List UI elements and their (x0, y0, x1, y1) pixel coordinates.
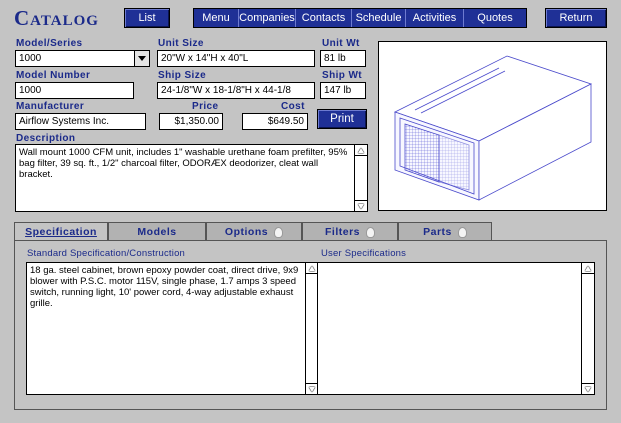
product-image (378, 41, 607, 211)
user-spec-label: User Specifications (321, 248, 407, 259)
unit-wt-label: Unit Wt (322, 38, 360, 49)
air-cleaner-unit-drawing (393, 55, 593, 201)
tab-label: Filters (324, 226, 360, 238)
model-series-label: Model/Series (16, 38, 83, 49)
tab-label: Specification (25, 226, 97, 238)
price-label: Price (192, 101, 219, 112)
model-series-dropdown[interactable]: 1000 (15, 50, 150, 67)
price-field[interactable]: $1,350.00 (159, 113, 223, 130)
user-spec-scrollbar[interactable] (581, 263, 594, 394)
unit-size-field[interactable]: 20"W x 14"H x 40"L (157, 50, 315, 67)
detail-tabs: Specification Models Options Filters Par… (14, 222, 492, 241)
ship-size-field[interactable]: 24-1/8"W x 18-1/8"H x 44-1/8 (157, 82, 315, 99)
scroll-up-arrow-icon[interactable] (355, 145, 367, 156)
tab-parts[interactable]: Parts (398, 222, 492, 241)
model-number-label: Model Number (16, 70, 91, 81)
manufacturer-label: Manufacturer (16, 101, 85, 112)
standard-spec-textarea[interactable]: 18 ga. steel cabinet, brown epoxy powder… (26, 262, 319, 395)
user-spec-textarea[interactable] (317, 262, 595, 395)
standard-spec-label: Standard Specification/Construction (27, 248, 186, 259)
tab-specification[interactable]: Specification (14, 222, 108, 241)
tab-label: Models (137, 226, 177, 238)
scroll-down-arrow-icon[interactable] (355, 200, 367, 211)
ship-size-label: Ship Size (158, 70, 207, 81)
model-series-value: 1000 (19, 53, 42, 64)
manufacturer-field[interactable]: Airflow Systems Inc. (15, 113, 146, 130)
tab-label: Options (224, 226, 269, 238)
specification-panel: Standard Specification/Construction 18 g… (14, 240, 607, 410)
catalog-title: Catalog (14, 6, 99, 30)
menu-item-quotes[interactable]: Quotes (464, 9, 526, 27)
description-textarea[interactable]: Wall mount 1000 CFM unit, includes 1" wa… (15, 144, 368, 212)
lightbulb-icon (274, 226, 284, 238)
scroll-up-arrow-icon[interactable] (582, 263, 594, 274)
menu-item-activities[interactable]: Activities (406, 9, 464, 27)
menu-item-menu[interactable]: Menu (194, 9, 239, 27)
scroll-down-arrow-icon[interactable] (582, 383, 594, 394)
tab-options[interactable]: Options (206, 222, 302, 241)
description-label: Description (16, 133, 76, 144)
unit-size-label: Unit Size (158, 38, 204, 49)
menu-item-schedule[interactable]: Schedule (352, 9, 406, 27)
tab-filters[interactable]: Filters (302, 222, 398, 241)
print-button[interactable]: Print (317, 109, 367, 129)
ship-wt-label: Ship Wt (322, 70, 363, 81)
description-scrollbar[interactable] (354, 145, 367, 211)
model-number-field[interactable]: 1000 (15, 82, 134, 99)
menu-item-contacts[interactable]: Contacts (296, 9, 352, 27)
main-menu-bar: Menu Companies Contacts Schedule Activit… (193, 8, 527, 28)
lightbulb-icon (457, 226, 467, 238)
description-text: Wall mount 1000 CFM unit, includes 1" wa… (19, 147, 348, 180)
tab-models[interactable]: Models (108, 222, 206, 241)
lightbulb-icon (366, 226, 375, 238)
menu-item-companies[interactable]: Companies (239, 9, 296, 27)
ship-wt-field[interactable]: 147 lb (320, 82, 366, 99)
list-button[interactable]: List (124, 8, 170, 28)
tab-label: Parts (423, 226, 452, 238)
standard-spec-text: 18 ga. steel cabinet, brown epoxy powder… (30, 265, 299, 309)
cost-label: Cost (281, 101, 305, 112)
unit-wt-field[interactable]: 81 lb (320, 50, 366, 67)
cost-field[interactable]: $649.50 (242, 113, 308, 130)
chevron-down-icon[interactable] (134, 51, 149, 66)
return-button[interactable]: Return (545, 8, 607, 28)
